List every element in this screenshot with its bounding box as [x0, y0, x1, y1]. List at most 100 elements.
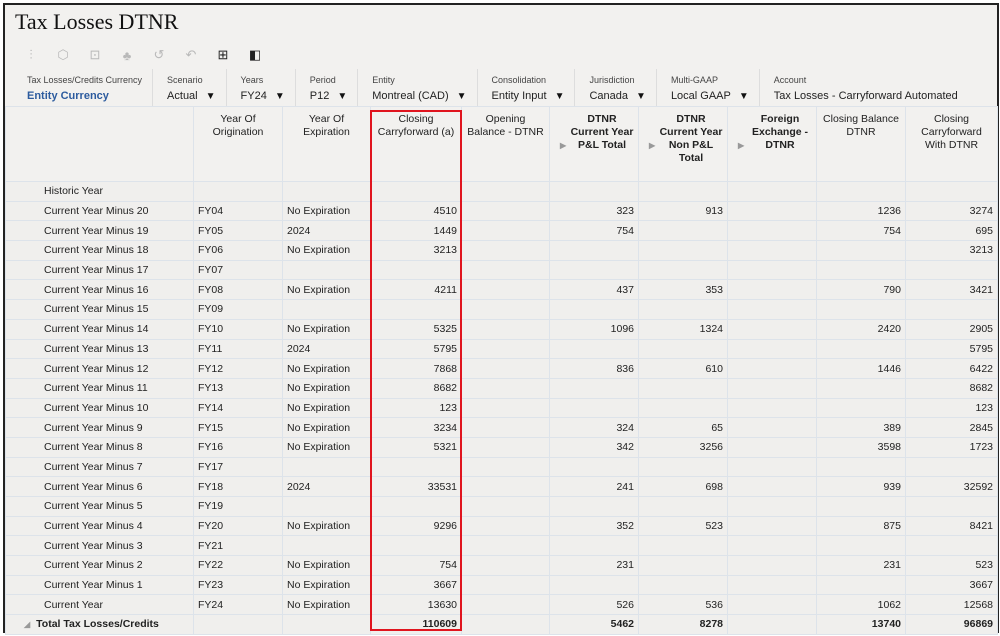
cell[interactable] [816, 338, 906, 360]
cell[interactable] [370, 496, 462, 517]
cell[interactable] [816, 535, 906, 557]
cell[interactable]: 13630 [370, 594, 462, 616]
cell[interactable]: 8682 [905, 377, 998, 399]
undo-icon[interactable]: ↶ [175, 45, 207, 65]
cell[interactable] [727, 299, 817, 320]
cell[interactable]: 836 [549, 358, 639, 379]
cell[interactable]: 875 [816, 515, 906, 537]
cell[interactable] [816, 377, 906, 399]
cell[interactable]: 4211 [370, 279, 462, 301]
cell[interactable] [461, 594, 550, 616]
cell[interactable]: 5795 [370, 338, 462, 360]
cell[interactable]: 33531 [370, 476, 462, 497]
cell[interactable]: 8421 [905, 515, 998, 537]
cell[interactable]: 3598 [816, 436, 906, 458]
cell[interactable] [461, 377, 550, 399]
cell[interactable]: 754 [816, 220, 906, 242]
cell[interactable]: 9296 [370, 515, 462, 537]
cell[interactable] [461, 318, 550, 340]
cell[interactable]: 695 [905, 220, 998, 242]
cell[interactable] [461, 436, 550, 458]
cell[interactable] [638, 377, 728, 399]
cell[interactable] [461, 358, 550, 379]
pov-value[interactable]: Montreal (CAD) ▼ [372, 90, 466, 102]
cell[interactable] [370, 535, 462, 557]
cell[interactable]: 8278 [638, 614, 728, 635]
dropdown-arrow-icon[interactable]: ▼ [457, 91, 467, 102]
cell[interactable] [461, 338, 550, 360]
cell[interactable] [727, 555, 817, 576]
expand-icon[interactable]: ▶ [560, 139, 566, 152]
cell[interactable]: 389 [816, 417, 906, 438]
dropdown-arrow-icon[interactable]: ▼ [739, 91, 749, 102]
cell[interactable] [638, 496, 728, 517]
cell[interactable]: 1236 [816, 200, 906, 222]
cell[interactable] [638, 456, 728, 478]
pov-value[interactable]: Tax Losses - Carryforward Automated [774, 90, 958, 102]
cell[interactable] [727, 456, 817, 478]
cell[interactable] [461, 299, 550, 320]
cell[interactable]: 6422 [905, 358, 998, 379]
cell[interactable] [638, 555, 728, 576]
cell[interactable]: 5795 [905, 338, 998, 360]
cell[interactable] [461, 240, 550, 261]
cell[interactable]: 1096 [549, 318, 639, 340]
pov-consolidation[interactable]: Consolidation Entity Input ▼ [478, 69, 576, 111]
pov-value[interactable]: Local GAAP ▼ [671, 90, 749, 102]
dropdown-arrow-icon[interactable]: ▼ [555, 91, 565, 102]
cell[interactable] [461, 456, 550, 478]
column-header[interactable]: Closing Carryforward With DTNR [905, 106, 998, 182]
cell[interactable] [461, 200, 550, 222]
cell[interactable]: 231 [549, 555, 639, 576]
cell[interactable]: 754 [549, 220, 639, 242]
cell[interactable]: 526 [549, 594, 639, 616]
pov-jurisdiction[interactable]: Jurisdiction Canada ▼ [575, 69, 657, 111]
pov-value[interactable]: FY24 ▼ [241, 90, 285, 102]
cell[interactable]: 790 [816, 279, 906, 301]
cell[interactable] [816, 299, 906, 320]
cell[interactable]: 5325 [370, 318, 462, 340]
cell[interactable]: 4510 [370, 200, 462, 222]
cell[interactable]: 3256 [638, 436, 728, 458]
cell[interactable] [727, 574, 817, 596]
cell[interactable] [727, 515, 817, 537]
cell[interactable] [549, 574, 639, 596]
cell[interactable] [905, 535, 998, 557]
cell[interactable] [816, 240, 906, 261]
cell[interactable]: 3421 [905, 279, 998, 301]
cell[interactable] [549, 397, 639, 419]
cell[interactable]: 1062 [816, 594, 906, 616]
expand-icon[interactable]: ▶ [738, 139, 744, 152]
cell[interactable] [816, 574, 906, 596]
cell[interactable] [461, 220, 550, 242]
cell[interactable] [727, 259, 817, 281]
cell[interactable] [905, 456, 998, 478]
cell[interactable] [638, 299, 728, 320]
column-header[interactable]: ▶ DTNR Current Year Non P&L Total [638, 106, 728, 182]
column-header[interactable]: Closing Carryforward (a) [370, 106, 462, 182]
cell[interactable] [816, 397, 906, 419]
cell[interactable]: 3234 [370, 417, 462, 438]
pov-value[interactable]: Actual ▼ [167, 90, 215, 102]
cell[interactable] [727, 338, 817, 360]
cell[interactable] [727, 200, 817, 222]
cell[interactable]: 13740 [816, 614, 906, 635]
grid-icon[interactable]: ⊞ [207, 45, 239, 65]
cell[interactable] [727, 240, 817, 261]
pov-value[interactable]: Entity Input ▼ [492, 90, 565, 102]
cell[interactable]: 123 [905, 397, 998, 419]
collapse-icon[interactable]: ◢ [24, 620, 30, 629]
cell[interactable]: 2845 [905, 417, 998, 438]
cell[interactable] [370, 299, 462, 320]
cell[interactable]: 323 [549, 200, 639, 222]
dropdown-arrow-icon[interactable]: ▼ [275, 91, 285, 102]
cell[interactable] [461, 535, 550, 557]
dropdown-arrow-icon[interactable]: ▼ [337, 91, 347, 102]
cell[interactable] [549, 496, 639, 517]
cell[interactable]: 5321 [370, 436, 462, 458]
cell[interactable] [727, 220, 817, 242]
cell[interactable]: 241 [549, 476, 639, 497]
cell[interactable] [727, 358, 817, 379]
cell[interactable] [461, 259, 550, 281]
cell[interactable] [727, 377, 817, 399]
